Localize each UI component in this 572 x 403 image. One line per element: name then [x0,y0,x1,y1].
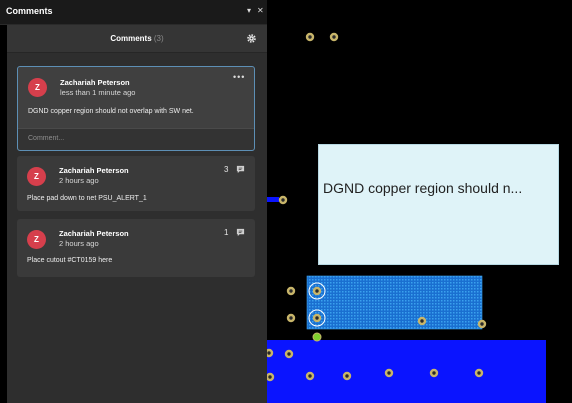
selected-pad[interactable] [312,332,322,342]
comments-header: Comments (3) [7,25,267,53]
panel-menu-icon[interactable]: ▾ [247,6,251,15]
avatar: Z [28,78,47,97]
pad[interactable] [342,371,352,381]
pad[interactable] [329,32,339,42]
pad[interactable] [305,371,315,381]
pcb-canvas[interactable]: DGND copper region should n... [267,0,572,403]
comments-panel: Comments (3) Z Zachariah Peterson less t… [7,25,267,403]
comment-card-active[interactable]: Z Zachariah Peterson less than 1 minute … [17,66,255,151]
comment-input[interactable]: Comment... [18,128,254,150]
comment-author: Zachariah Peterson [59,166,129,175]
selected-pad[interactable] [312,313,322,323]
comment-time: less than 1 minute ago [60,88,136,97]
selected-pad[interactable] [312,286,322,296]
avatar: Z [27,167,46,186]
panel-window-title: Comments [6,6,53,16]
comment-card[interactable]: Z Zachariah Peterson 2 hours ago 1 Place… [17,219,255,277]
comment-author: Zachariah Peterson [59,229,129,238]
gear-icon[interactable] [246,33,257,44]
comment-bubble-icon[interactable] [236,228,245,237]
comment-card[interactable]: Z Zachariah Peterson 2 hours ago 3 Place… [17,156,255,211]
pad[interactable] [284,349,294,359]
comment-time: 2 hours ago [59,176,99,185]
reply-count: 3 [224,165,229,174]
comment-text: DGND copper region should not overlap wi… [28,108,194,115]
pad[interactable] [429,368,439,378]
comment-text: Place pad down to net PSU_ALERT_1 [27,195,147,202]
comments-count: (3) [153,34,164,43]
comment-tooltip: DGND copper region should n... [318,144,559,265]
pad[interactable] [384,368,394,378]
comment-bubble-icon[interactable] [236,165,245,174]
pad[interactable] [286,286,296,296]
copper-region[interactable] [267,340,546,403]
pad[interactable] [286,313,296,323]
dgnd-region[interactable] [306,275,483,330]
pad[interactable] [474,368,484,378]
pad[interactable] [305,32,315,42]
comment-author: Zachariah Peterson [60,78,130,87]
avatar: Z [27,230,46,249]
comments-header-label: Comments [110,34,152,43]
reply-count: 1 [224,228,229,237]
pad[interactable] [278,195,288,205]
pad[interactable] [417,316,427,326]
close-icon[interactable]: ✕ [257,6,264,15]
comments-header-title: Comments (3) [7,34,267,43]
more-options-icon[interactable]: ••• [233,72,245,82]
pad[interactable] [477,319,487,329]
comment-text: Place cutout #CT0159 here [27,257,113,264]
comment-time: 2 hours ago [59,239,99,248]
panel-titlebar: Comments ▾ ✕ [0,0,267,25]
copper-trace[interactable] [267,197,279,202]
